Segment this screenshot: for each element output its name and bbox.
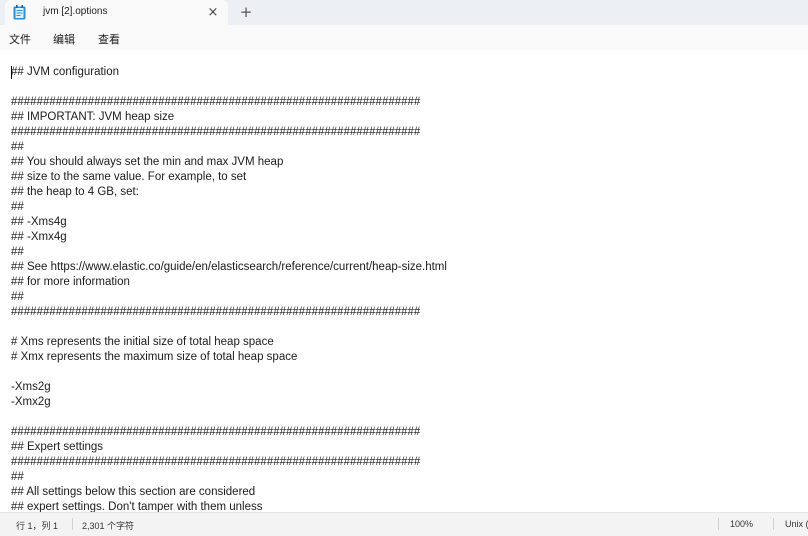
menu-view[interactable]: 查看	[98, 31, 120, 47]
text-line: ## See https://www.elastic.co/guide/en/e…	[11, 261, 447, 273]
status-bar: 行 1，列 1 2,301 个字符 100% Unix (LF)	[0, 512, 808, 536]
text-line: ## expert settings. Don't tamper with th…	[11, 501, 263, 512]
text-line: ##	[11, 141, 24, 153]
text-editor[interactable]: ## JVM configuration ####################…	[0, 50, 808, 512]
text-line: ########################################…	[11, 126, 421, 138]
text-line: ## You should always set the min and max…	[11, 156, 284, 168]
status-divider	[718, 518, 719, 530]
text-line: ########################################…	[11, 306, 421, 318]
zoom-level[interactable]: 100%	[730, 519, 753, 529]
notepad-icon	[13, 5, 26, 20]
text-line: ## size to the same value. For example, …	[11, 171, 247, 183]
status-divider	[773, 518, 774, 530]
text-line: ## -Xmx4g	[11, 231, 67, 243]
line-ending[interactable]: Unix (LF)	[785, 519, 808, 529]
text-line: ##	[11, 201, 24, 213]
status-divider	[72, 518, 73, 530]
character-count: 2,301 个字符	[82, 521, 135, 531]
menu-bar: 文件 编辑 查看	[0, 25, 808, 50]
text-line: ########################################…	[11, 426, 421, 438]
text-line: ## -Xms4g	[11, 216, 67, 228]
new-tab-button[interactable]: +	[236, 3, 256, 21]
text-line: ## IMPORTANT: JVM heap size	[11, 111, 175, 123]
text-line: ## for more information	[11, 276, 130, 288]
title-bar: jvm [2].options × +	[0, 0, 808, 25]
tab-title: jvm [2].options	[43, 6, 108, 17]
text-line: ########################################…	[11, 456, 421, 468]
text-line: ##	[11, 471, 24, 483]
text-line: # Xmx represents the maximum size of tot…	[11, 351, 298, 363]
text-line: ## Expert settings	[11, 441, 104, 453]
cursor-position: 行 1，列 1	[16, 521, 59, 531]
menu-file[interactable]: 文件	[9, 31, 31, 47]
text-line: ########################################…	[11, 96, 421, 108]
text-line: ## the heap to 4 GB, set:	[11, 186, 139, 198]
menu-edit[interactable]: 编辑	[53, 31, 75, 47]
text-line: ##	[11, 246, 24, 258]
text-line: ## JVM configuration	[11, 66, 120, 78]
tab-jvm-options[interactable]: jvm [2].options ×	[5, 0, 228, 25]
text-line: ##	[11, 291, 24, 303]
close-tab-icon[interactable]: ×	[204, 3, 222, 21]
text-line: -Xms2g	[11, 381, 51, 393]
text-line: ## All settings below this section are c…	[11, 486, 256, 498]
text-line: -Xmx2g	[11, 396, 51, 408]
text-line: # Xms represents the initial size of tot…	[11, 336, 274, 348]
